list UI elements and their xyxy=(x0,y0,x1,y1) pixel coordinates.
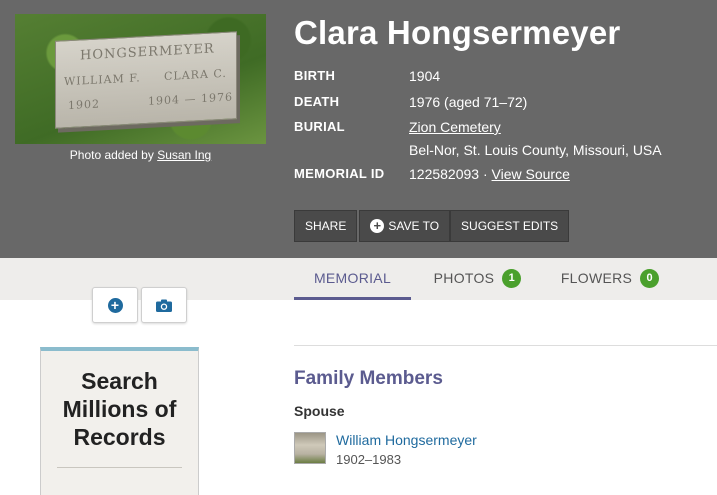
death-value: 1976 (aged 71–72) xyxy=(409,94,528,110)
headstone-right-name: CLARA C. xyxy=(164,66,227,84)
plus-circle-icon: + xyxy=(107,297,123,313)
add-button[interactable]: + xyxy=(92,287,138,323)
suggest-edits-button[interactable]: SUGGEST EDITS xyxy=(450,210,570,242)
photo-caption: Photo added by Susan Ing xyxy=(15,148,266,162)
ad-divider xyxy=(57,467,182,468)
burial-location: Bel-Nor, St. Louis County, Missouri, USA xyxy=(409,142,662,158)
headstone-photo[interactable]: HONGSERMEYER WILLIAM F. CLARA C. 1902 19… xyxy=(15,14,266,144)
spouse-photo-thumbnail[interactable] xyxy=(294,432,326,464)
burial-label: BURIAL xyxy=(294,119,345,134)
tab-memorial-label: MEMORIAL xyxy=(313,269,392,286)
cemetery-link[interactable]: Zion Cemetery xyxy=(409,119,501,135)
memorial-id-label: MEMORIAL ID xyxy=(294,166,385,181)
share-button[interactable]: SHARE xyxy=(294,210,358,242)
ad-line-3: Records xyxy=(73,424,166,450)
ad-headline: Search Millions of Records xyxy=(41,367,198,451)
ad-line-1: Search xyxy=(81,368,158,394)
memorial-name: Clara Hongsermeyer xyxy=(294,14,621,51)
spouse-dates: 1902–1983 xyxy=(336,452,402,467)
death-label: DEATH xyxy=(294,94,340,109)
tab-flowers[interactable]: FLOWERS 0 xyxy=(555,258,665,298)
save-to-button[interactable]: + SAVE TO xyxy=(359,210,451,242)
memorial-header: HONGSERMEYER WILLIAM F. CLARA C. 1902 19… xyxy=(0,0,717,258)
tab-photos-label: PHOTOS xyxy=(433,270,495,286)
headstone: HONGSERMEYER WILLIAM F. CLARA C. 1902 19… xyxy=(55,31,237,129)
save-to-label: SAVE TO xyxy=(388,219,440,233)
memorial-id-number: 122582093 · xyxy=(409,166,488,182)
headstone-right-years: 1904 — 1976 xyxy=(148,90,233,108)
spouse-name-link[interactable]: William Hongsermeyer xyxy=(336,432,477,448)
memorial-id-value: 122582093 · View Source xyxy=(409,166,570,182)
ad-line-2: Millions of xyxy=(62,396,177,422)
tab-flowers-label: FLOWERS xyxy=(560,270,633,286)
tab-photos[interactable]: PHOTOS 1 xyxy=(425,258,530,298)
birth-label: BIRTH xyxy=(294,68,336,83)
photos-count-badge: 1 xyxy=(502,268,522,288)
flowers-count-badge: 0 xyxy=(640,268,660,288)
tab-memorial[interactable]: MEMORIAL xyxy=(294,258,411,300)
plus-circle-icon: + xyxy=(370,219,385,233)
headstone-left-year: 1902 xyxy=(68,97,100,113)
search-records-ad[interactable]: Search Millions of Records xyxy=(40,347,199,495)
memorial-actions: SHARE + SAVE TO SUGGEST EDITS xyxy=(294,210,570,242)
photo-caption-prefix: Photo added by xyxy=(69,148,154,162)
headstone-surname: HONGSERMEYER xyxy=(80,41,215,64)
headstone-left-name: WILLIAM F. xyxy=(64,71,141,89)
spouse-label: Spouse xyxy=(294,403,345,419)
view-source-link[interactable]: View Source xyxy=(492,166,570,182)
add-photo-button[interactable] xyxy=(141,287,187,323)
photo-contributor-link[interactable]: Susan Ing xyxy=(157,148,211,162)
camera-icon xyxy=(156,299,172,312)
birth-value: 1904 xyxy=(409,68,441,84)
family-members-title: Family Members xyxy=(294,368,443,389)
section-divider xyxy=(294,345,717,346)
